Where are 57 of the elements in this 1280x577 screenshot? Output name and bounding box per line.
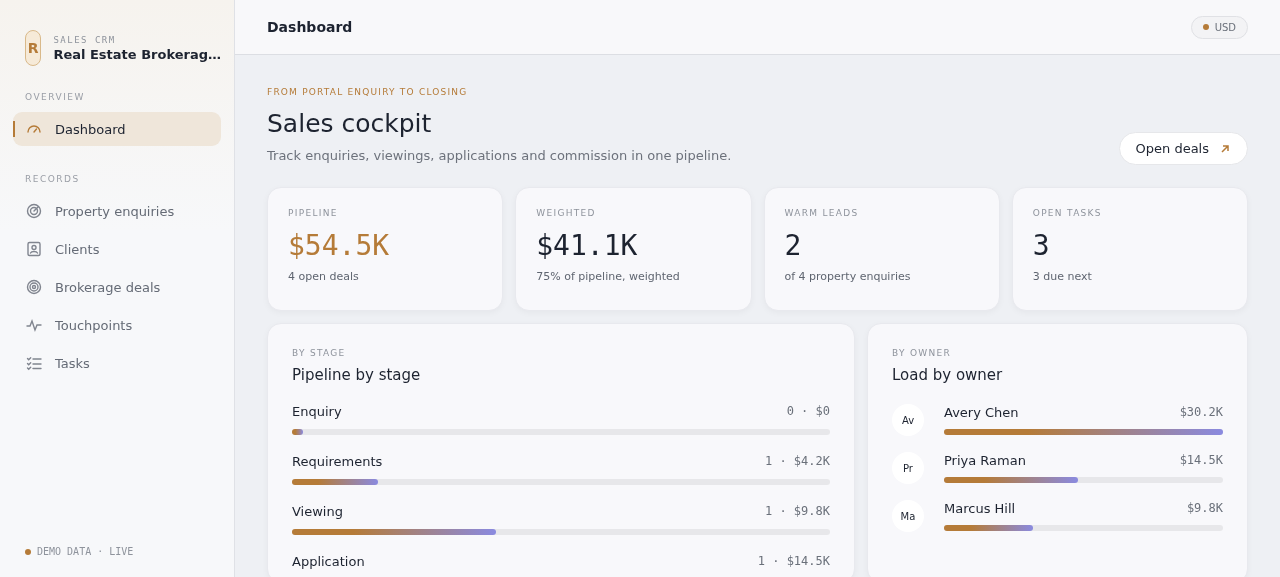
- kpi-label: WEIGHTED: [536, 208, 597, 218]
- owner-name: Avery Chen: [944, 405, 1019, 420]
- nav-item[interactable]: Dashboard: [13, 112, 221, 146]
- panel-title: Pipeline by stage: [292, 366, 422, 384]
- stage-reading: 1 · $4.2K: [764, 454, 830, 469]
- kpi-value: $41.1K: [536, 229, 638, 262]
- kpi-label: PIPELINE: [288, 208, 339, 218]
- stage-reading: 0 · $0: [786, 404, 830, 419]
- nav-item[interactable]: Touchpoints: [13, 308, 221, 342]
- contact-icon: [25, 240, 43, 258]
- owner-reading: $9.8K: [1186, 501, 1223, 516]
- kpi-note: 75% of pipeline, weighted: [536, 270, 681, 283]
- heading: Sales cockpit: [267, 109, 433, 138]
- nav-item[interactable]: Tasks: [13, 346, 221, 380]
- nav-item[interactable]: Property enquiries: [13, 194, 221, 228]
- avatar: Ma: [892, 500, 924, 532]
- brand-name: Real Estate Brokerag…: [53, 46, 221, 62]
- brand-logo: R: [25, 30, 42, 66]
- panel-title: Load by owner: [892, 366, 1004, 384]
- kpi-value: $54.5K: [288, 229, 390, 262]
- open-deals-button[interactable]: Open deals: [1118, 132, 1248, 165]
- owner-name: Marcus Hill: [944, 501, 1016, 516]
- kpi-note: 3 due next: [1032, 270, 1093, 283]
- radar-icon: [25, 202, 43, 220]
- stage-reading: 1 · $9.8K: [764, 504, 830, 519]
- panel-kicker: BY STAGE: [292, 348, 347, 358]
- arrow-icon: [1219, 142, 1231, 155]
- kpi-note: 4 open deals: [288, 270, 360, 283]
- nav-item[interactable]: Brokerage deals: [13, 270, 221, 304]
- kpi-label: WARM LEADS: [784, 208, 860, 218]
- stage-name: Enquiry: [292, 404, 342, 419]
- kpi-value: 2: [784, 229, 802, 262]
- nav-item[interactable]: Clients: [13, 232, 221, 266]
- avatar: Av: [892, 404, 924, 436]
- kpi-label: OPEN TASKS: [1032, 208, 1103, 218]
- status-text: DEMO DATA · LIVE: [37, 546, 134, 557]
- brand-kicker: SALES CRM: [53, 34, 117, 45]
- currency-badge[interactable]: USD: [1190, 15, 1248, 39]
- owner-reading: $14.5K: [1179, 453, 1223, 468]
- section-label: OVERVIEW: [24, 92, 86, 102]
- kpi-note: of 4 property enquiries: [784, 270, 912, 283]
- stage-name: Application: [292, 554, 365, 569]
- stage-name: Requirements: [292, 454, 383, 469]
- owner-name: Priya Raman: [944, 453, 1026, 468]
- subtitle: Track enquiries, viewings, applications and commission in one pipeline.: [267, 148, 732, 163]
- kpi-value: 3: [1032, 229, 1050, 262]
- section-label: RECORDS: [24, 174, 81, 184]
- eyebrow-text: FROM PORTAL ENQUIRY TO CLOSING: [267, 87, 469, 97]
- target-icon: [25, 278, 43, 296]
- stage-name: Viewing: [292, 504, 343, 519]
- owner-reading: $30.2K: [1179, 405, 1223, 420]
- avatar: Pr: [892, 452, 924, 484]
- checklist-icon: [25, 354, 43, 372]
- panel-kicker: BY OWNER: [892, 348, 953, 358]
- page-title: Dashboard: [267, 19, 353, 35]
- stage-reading: 1 · $14.5K: [757, 554, 830, 569]
- status-dot: [25, 548, 31, 555]
